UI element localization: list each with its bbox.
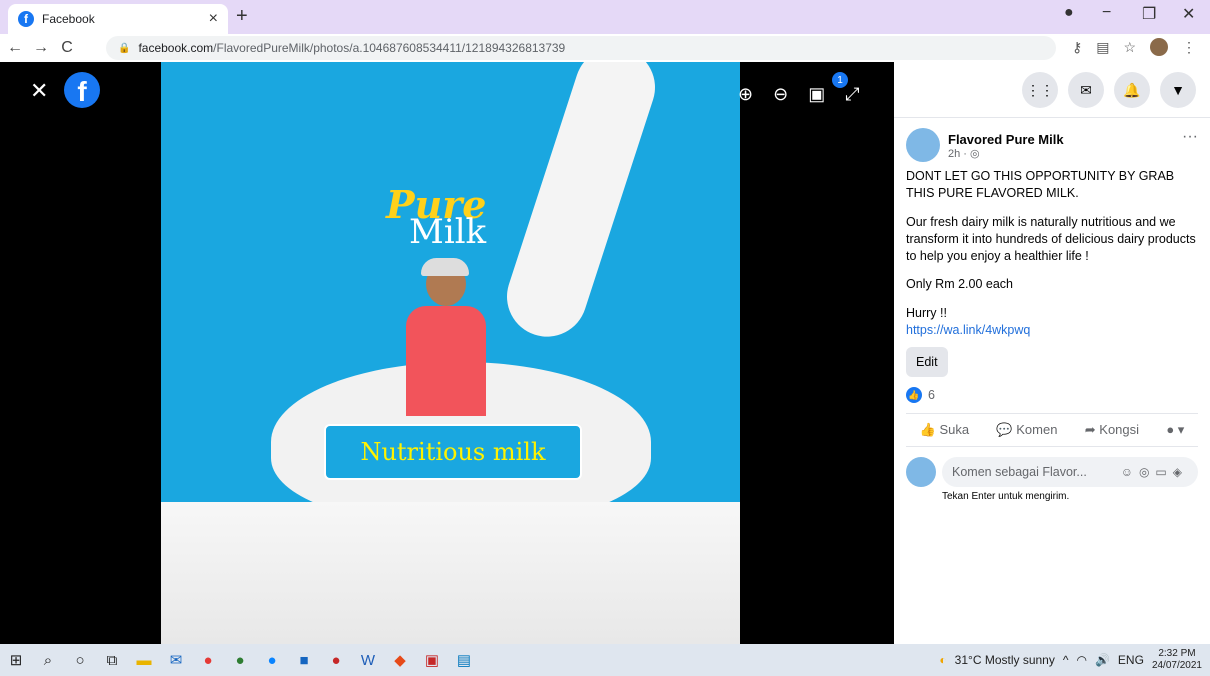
- forward-icon[interactable]: →: [30, 39, 52, 57]
- post-text-line: DONT LET GO THIS OPPORTUNITY BY GRAB THI…: [906, 169, 1175, 200]
- reload-icon[interactable]: C: [56, 39, 78, 57]
- post-text-line: Our fresh dairy milk is naturally nutrit…: [906, 214, 1196, 263]
- post-photo: Pure Milk Nutritious milk: [161, 62, 740, 644]
- comment-button[interactable]: 💬 Komen: [996, 422, 1057, 438]
- chrome-icon[interactable]: ●: [192, 644, 224, 676]
- apps-menu-icon[interactable]: ⋮⋮: [1022, 72, 1058, 108]
- bookmark-star-icon[interactable]: ☆: [1123, 39, 1136, 56]
- facebook-logo-icon[interactable]: f: [64, 72, 100, 108]
- tray-chevron-icon[interactable]: ^: [1063, 653, 1069, 667]
- globe-icon: ◎: [970, 148, 980, 160]
- search-icon[interactable]: ⌕: [32, 644, 64, 676]
- more-options-icon[interactable]: ···: [1182, 128, 1198, 146]
- like-reaction-icon[interactable]: 👍: [906, 387, 922, 403]
- photo-text-milk: Milk: [409, 212, 487, 252]
- profile-avatar[interactable]: [1150, 38, 1168, 56]
- comment-placeholder: Komen sebagai Flavor...: [952, 465, 1087, 479]
- browser-toolbar: ← → C 🔒 facebook.com/FlavoredPureMilk/ph…: [0, 34, 1210, 62]
- chrome-profile-icon[interactable]: ●: [320, 644, 352, 676]
- post-time[interactable]: 2h ·: [948, 148, 967, 160]
- key-icon[interactable]: ⚷: [1072, 39, 1082, 56]
- share-icon: ➦: [1084, 422, 1096, 437]
- notifications-bell-icon[interactable]: 🔔: [1114, 72, 1150, 108]
- app-icon[interactable]: ■: [288, 644, 320, 676]
- edit-button[interactable]: Edit: [906, 347, 948, 377]
- photo-viewer: ✕ f Pure Milk Nutritious milk ⊕ ⊖ ▣ ⤢ 1: [0, 62, 894, 644]
- post-panel: ⋮⋮ ✉ 🔔 ▼ Flavored Pure Milk 2h · ◎ ··· D…: [894, 62, 1210, 644]
- post-text-line: Only Rm 2.00 each: [906, 277, 1013, 292]
- translate-icon[interactable]: ▤: [1096, 39, 1109, 56]
- post-text-line: Hurry !!: [906, 306, 947, 321]
- file-explorer-icon[interactable]: ▬: [128, 644, 160, 676]
- milk-pool: [161, 502, 740, 644]
- comment-icon: 💬: [996, 422, 1013, 437]
- commenter-avatar: [906, 457, 936, 487]
- person-figure: [401, 258, 491, 416]
- clock[interactable]: 2:32 PM 24/07/2021: [1152, 648, 1202, 672]
- browser-tab[interactable]: f Facebook ×: [8, 4, 228, 34]
- edge-icon[interactable]: ●: [256, 644, 288, 676]
- extension-icon[interactable]: ●: [1064, 4, 1074, 22]
- url-domain: facebook.com: [138, 41, 214, 55]
- window-close-icon[interactable]: ✕: [1182, 4, 1195, 24]
- tab-title: Facebook: [42, 12, 95, 26]
- cortana-icon[interactable]: ○: [64, 644, 96, 676]
- share-label: Kongsi: [1099, 422, 1140, 437]
- windows-taskbar: ⊞ ⌕ ○ ⧉ ▬ ✉ ● ● ● ■ ● W ◆ ▣ ▤ ◐ 31°C Mos…: [0, 644, 1210, 676]
- new-tab-icon[interactable]: +: [236, 5, 248, 28]
- volume-icon[interactable]: 🔊: [1095, 653, 1110, 667]
- clock-time: 2:32 PM: [1158, 648, 1196, 659]
- zoom-in-icon[interactable]: ⊕: [738, 84, 753, 105]
- menu-kebab-icon[interactable]: ⋮: [1182, 39, 1196, 56]
- lock-icon: 🔒: [118, 42, 131, 54]
- zoom-out-icon[interactable]: ⊖: [773, 84, 788, 105]
- photos-icon[interactable]: ▤: [448, 644, 480, 676]
- back-icon[interactable]: ←: [4, 39, 26, 57]
- url-path: /FlavoredPureMilk/photos/a.1046876085344…: [213, 41, 566, 55]
- comment-input[interactable]: Komen sebagai Flavor... ☺◎▭◈: [942, 457, 1198, 487]
- comment-attachment-icons[interactable]: ☺◎▭◈: [1121, 465, 1188, 479]
- pdf-icon[interactable]: ▣: [416, 644, 448, 676]
- share-button[interactable]: ➦ Kongsi: [1085, 422, 1139, 438]
- messenger-icon[interactable]: ✉: [1068, 72, 1104, 108]
- word-icon[interactable]: W: [352, 644, 384, 676]
- wifi-icon[interactable]: ◠: [1076, 653, 1086, 667]
- weather-text[interactable]: 31°C Mostly sunny: [955, 653, 1055, 667]
- facebook-favicon-icon: f: [18, 11, 34, 27]
- like-count[interactable]: 6: [928, 388, 935, 402]
- address-bar[interactable]: 🔒 facebook.com/FlavoredPureMilk/photos/a…: [106, 36, 1056, 60]
- tag-icon[interactable]: ▣: [808, 84, 825, 105]
- comment-hint: Tekan Enter untuk mengirim.: [942, 491, 1070, 502]
- like-button[interactable]: 👍 Suka: [920, 422, 969, 438]
- post-as-selector[interactable]: ● ▾: [1166, 422, 1184, 438]
- post-link[interactable]: https://wa.link/4wkpwq: [906, 323, 1030, 337]
- minimize-icon[interactable]: −: [1102, 4, 1111, 22]
- weather-icon: ◐: [939, 653, 947, 667]
- clock-date: 24/07/2021: [1151, 660, 1202, 671]
- milk-stream: [496, 62, 666, 348]
- like-label: Suka: [939, 422, 970, 437]
- language-indicator[interactable]: ENG: [1118, 653, 1144, 667]
- photo-banner: Nutritious milk: [324, 424, 582, 480]
- mail-icon[interactable]: ✉: [160, 644, 192, 676]
- close-viewer-icon[interactable]: ✕: [30, 78, 48, 104]
- browser-tab-strip: f Facebook × + ● − ❐ ✕: [0, 0, 1210, 34]
- task-view-icon[interactable]: ⧉: [96, 644, 128, 676]
- page-name[interactable]: Flavored Pure Milk: [948, 132, 1064, 147]
- windows-start-icon[interactable]: ⊞: [0, 644, 32, 676]
- fullscreen-icon[interactable]: ⤢: [845, 84, 859, 105]
- comment-label: Komen: [1016, 422, 1058, 437]
- account-dropdown-icon[interactable]: ▼: [1160, 72, 1196, 108]
- app-icon[interactable]: ◆: [384, 644, 416, 676]
- notification-badge: 1: [832, 72, 848, 88]
- app-icon[interactable]: ●: [224, 644, 256, 676]
- restore-icon[interactable]: ❐: [1142, 4, 1156, 24]
- tab-close-icon[interactable]: ×: [209, 10, 218, 28]
- page-avatar[interactable]: [906, 128, 940, 162]
- thumbs-up-icon: 👍: [919, 422, 936, 437]
